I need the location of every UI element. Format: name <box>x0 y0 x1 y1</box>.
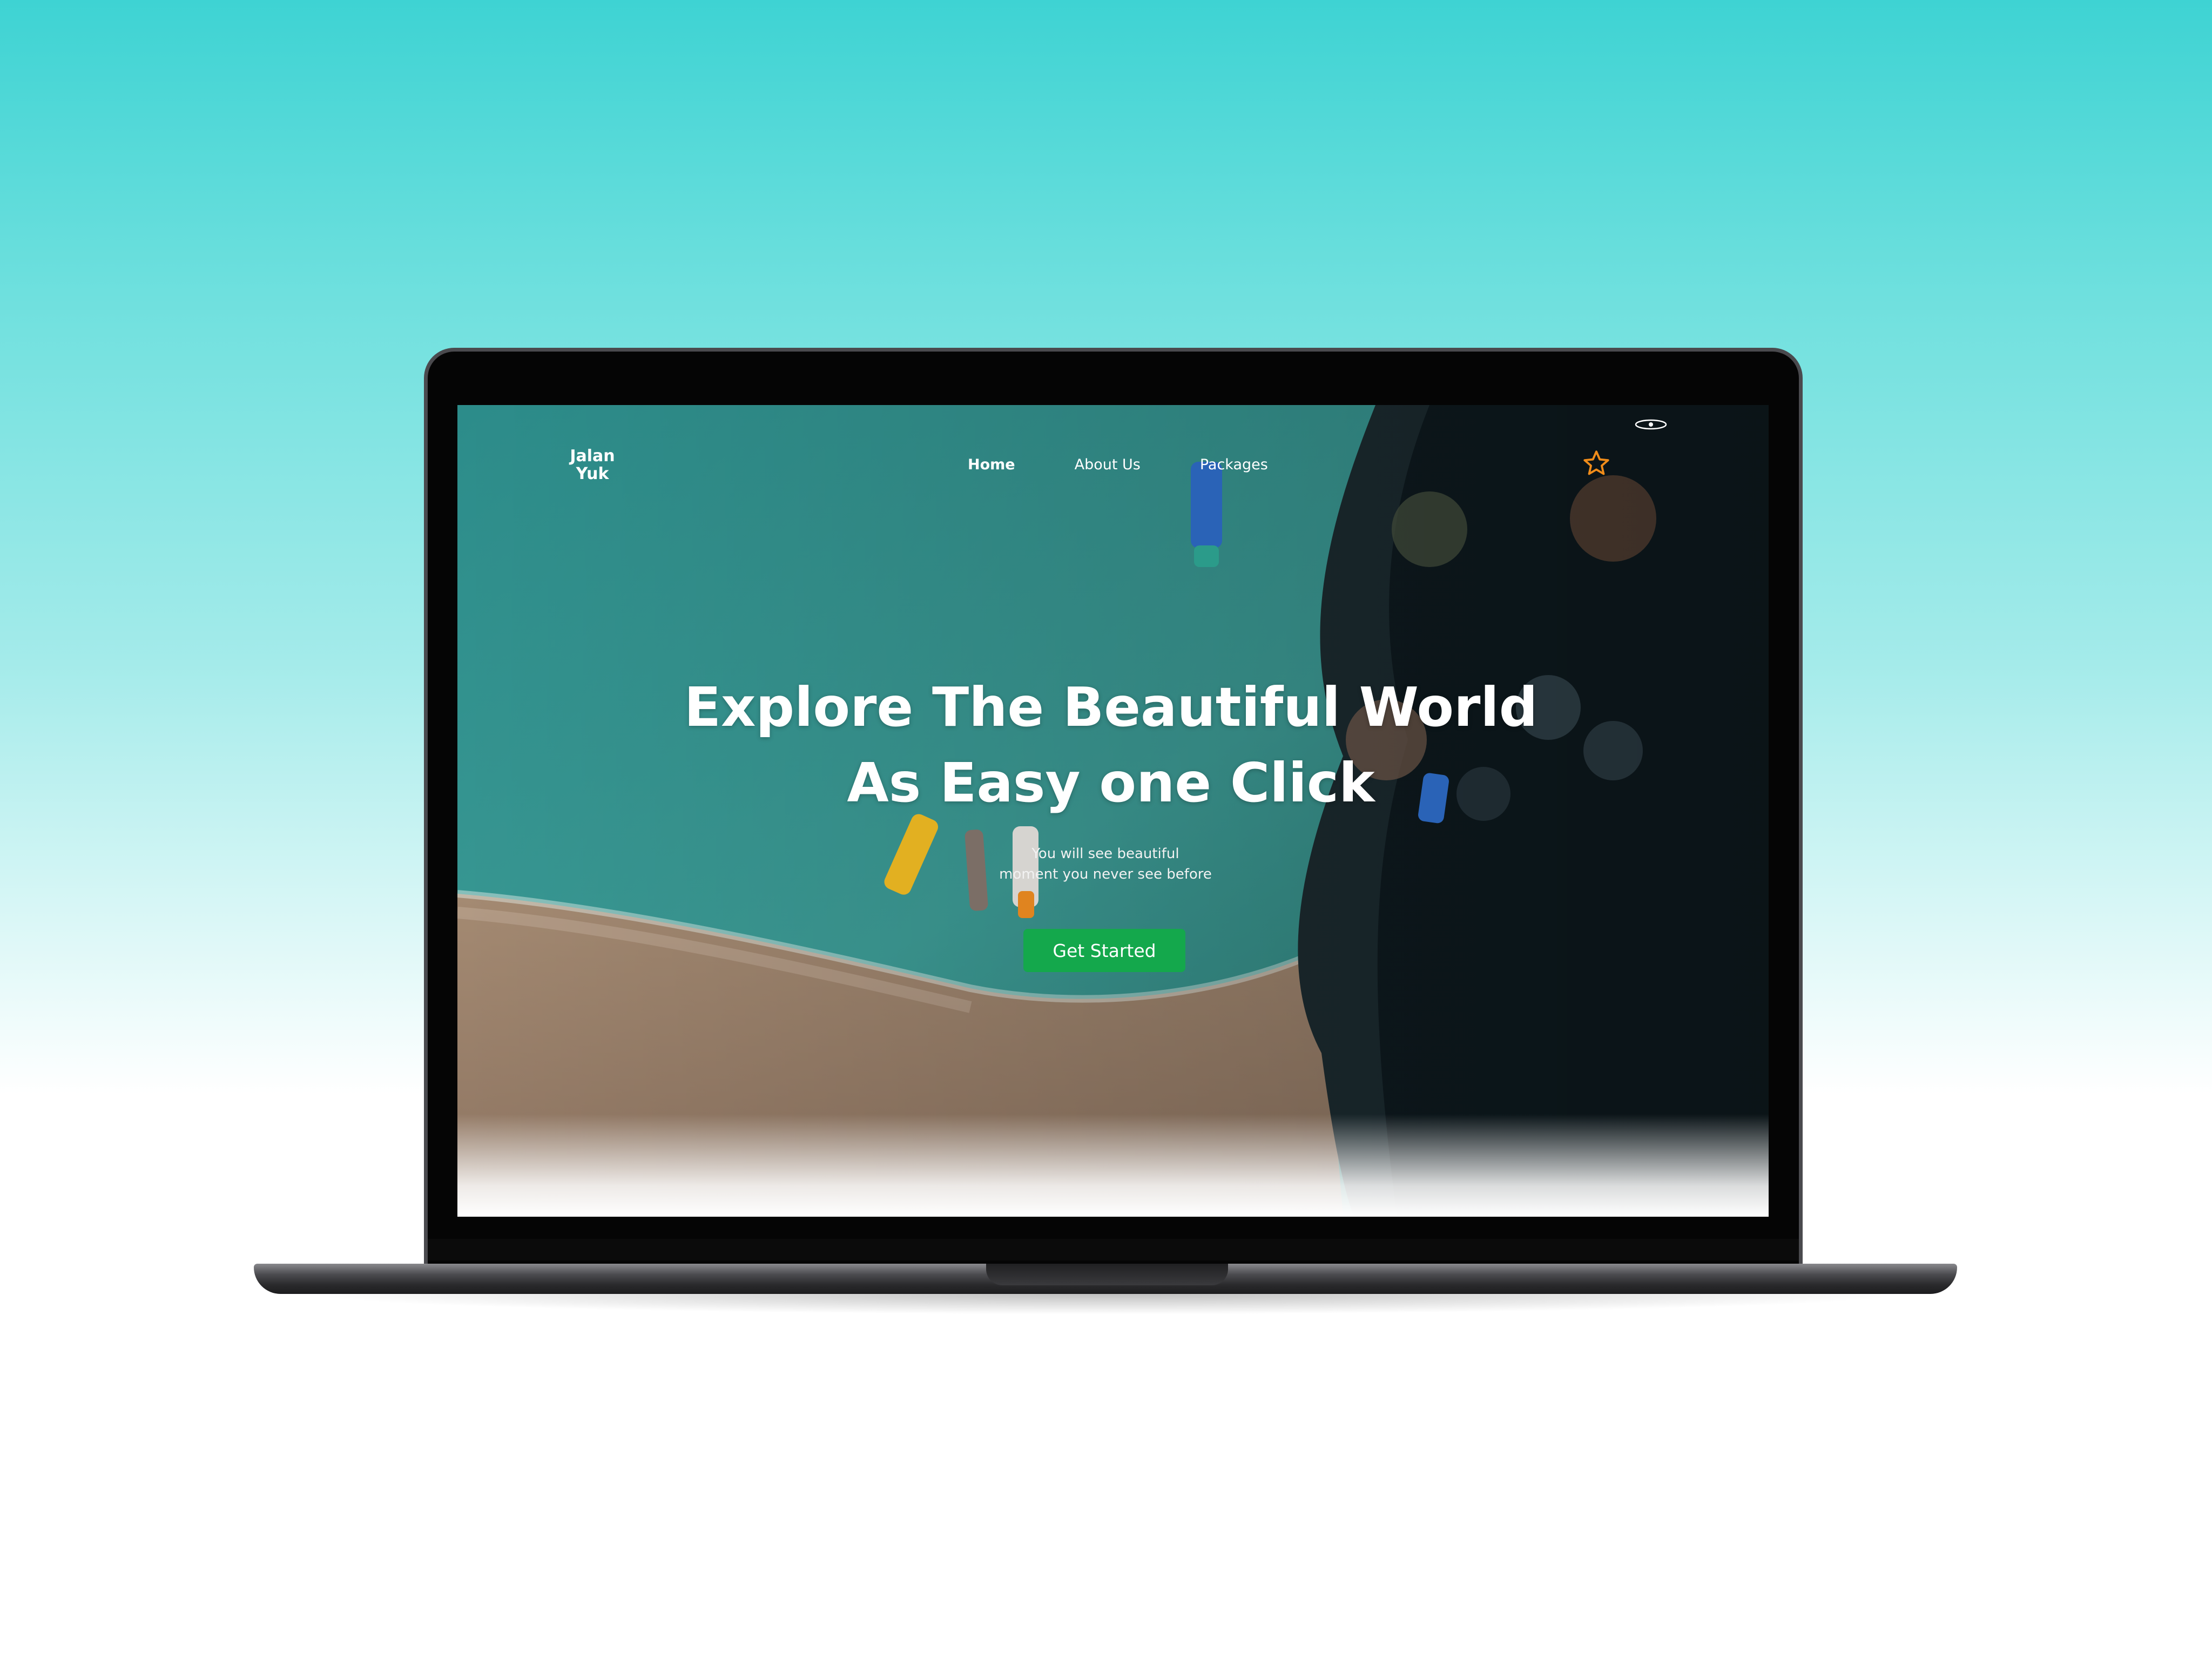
logo-line-2: Yuk <box>576 464 609 483</box>
hero-subtitle-line-2: moment you never see before <box>999 866 1212 882</box>
laptop-notch <box>986 1264 1228 1285</box>
hero-title: Explore The Beautiful World As Easy one … <box>457 670 1764 821</box>
star-icon[interactable] <box>1582 449 1610 477</box>
eye-icon[interactable] <box>1634 418 1668 431</box>
hero-title-line-1: Explore The Beautiful World <box>684 676 1538 739</box>
get-started-button[interactable]: Get Started <box>1023 929 1185 972</box>
nav-link-packages[interactable]: Packages <box>1200 456 1268 473</box>
browser-screen: Jalan Yuk Home About Us Packages Explore… <box>457 405 1769 1217</box>
hero-title-line-2: As Easy one Click <box>847 751 1375 814</box>
laptop-shadow <box>302 1294 1908 1314</box>
logo-line-1: Jalan <box>570 447 615 466</box>
hero-subtitle-line-1: You will see beautiful <box>1031 846 1179 862</box>
laptop-chin <box>428 1239 1799 1260</box>
screen-bottom-fade <box>457 1114 1769 1217</box>
site-logo[interactable]: Jalan Yuk <box>565 447 619 483</box>
nav-link-home[interactable]: Home <box>968 456 1015 473</box>
main-nav: Home About Us Packages <box>968 456 1327 473</box>
hero-subtitle: You will see beautiful moment you never … <box>457 844 1754 885</box>
nav-link-about-us[interactable]: About Us <box>1075 456 1141 473</box>
